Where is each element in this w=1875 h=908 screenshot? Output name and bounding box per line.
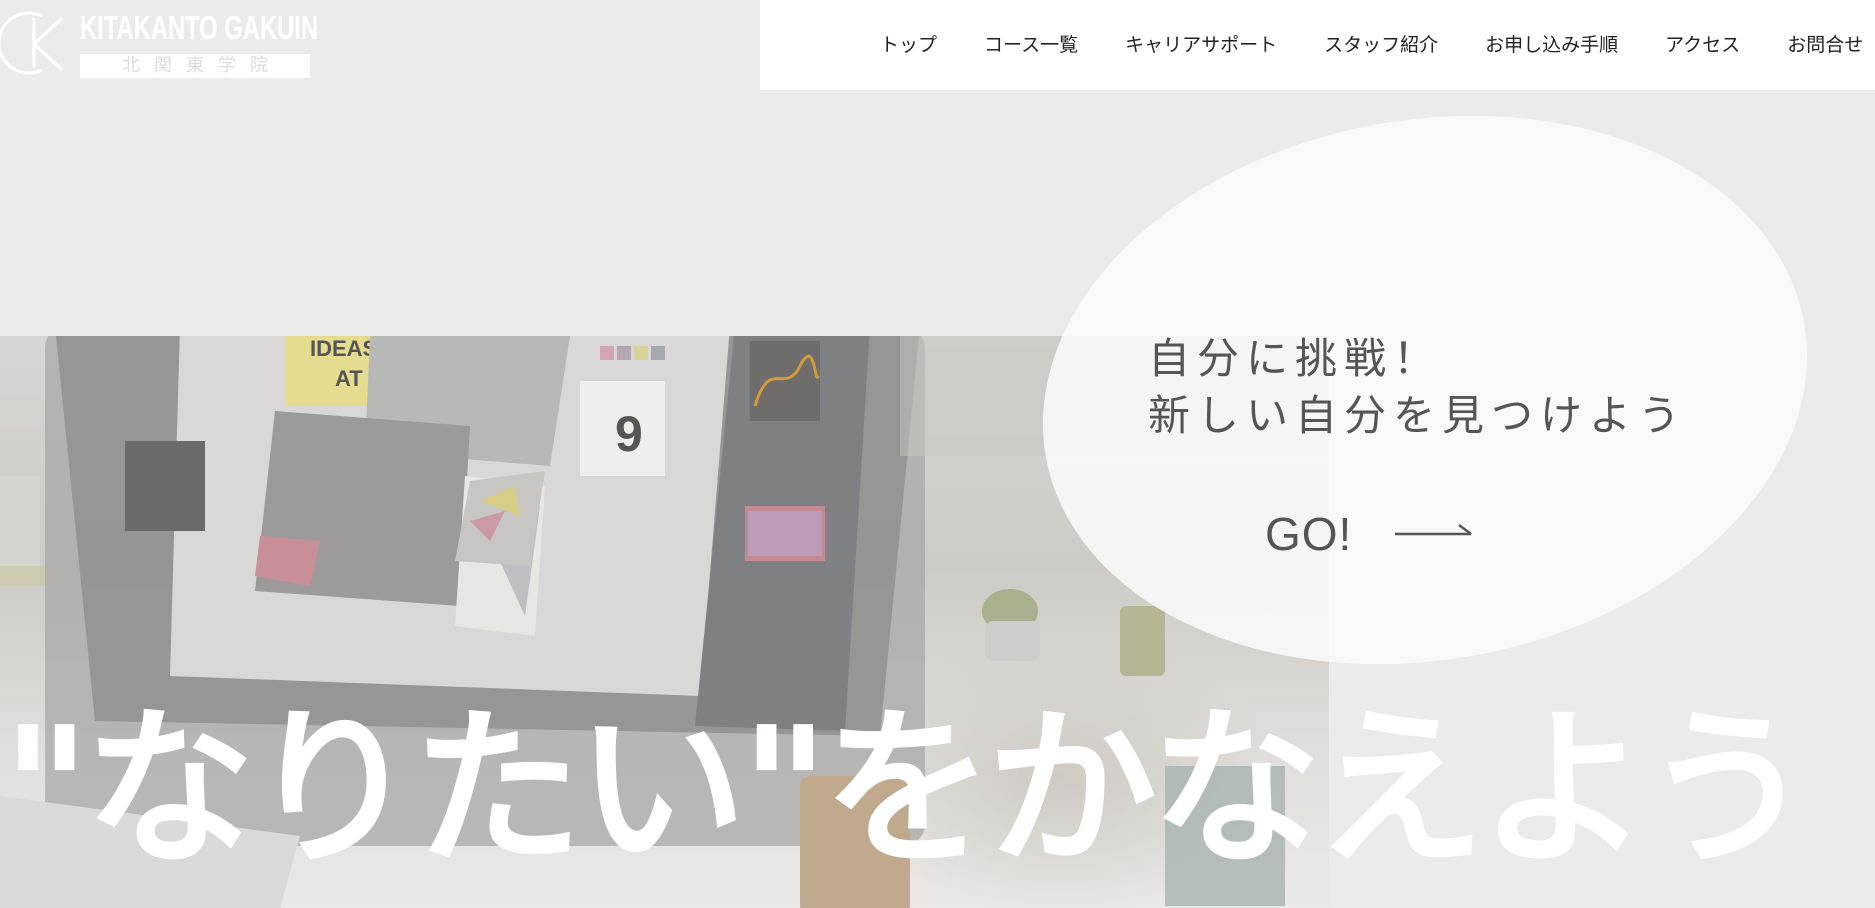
- svg-text:AT: AT: [335, 366, 363, 391]
- site-logo[interactable]: KITAKANTO GAKUIN 北関東学院: [0, 8, 320, 80]
- svg-text:9: 9: [615, 406, 643, 462]
- nav-item-career-support[interactable]: キャリアサポート: [1125, 33, 1277, 57]
- long-right-arrow-icon[interactable]: [1395, 522, 1473, 542]
- nav-item-courses[interactable]: コース一覧: [984, 33, 1078, 57]
- nav-item-access[interactable]: アクセス: [1665, 33, 1740, 57]
- nav-item-top[interactable]: トップ: [880, 33, 937, 57]
- main-nav: トップ コース一覧 キャリアサポート スタッフ紹介 お申し込み手順 アクセス お…: [760, 0, 1875, 90]
- go-button[interactable]: GO!: [1265, 506, 1352, 562]
- nav-item-staff[interactable]: スタッフ紹介: [1324, 33, 1438, 57]
- logo-english-name: KITAKANTO GAKUIN: [80, 9, 319, 46]
- hero-copy-line1: 自分に挑戦！: [1148, 334, 1443, 383]
- kg-logo-mark-icon: [0, 11, 64, 75]
- nav-list: トップ コース一覧 キャリアサポート スタッフ紹介 お申し込み手順 アクセス お…: [880, 33, 1863, 57]
- hero-tagline: "なりたい"をかなえよう: [2, 691, 1813, 889]
- hero-copy: 自分に挑戦！ 新しい自分を見つけよう: [1148, 330, 1687, 444]
- logo-japanese-name: 北関東学院: [80, 54, 310, 78]
- page: IDEAS AT 9 自分に挑戦！ 新しい自分を見つけよう GO! "なりたい"…: [0, 0, 1875, 908]
- svg-text:IDEAS: IDEAS: [310, 336, 377, 361]
- nav-item-application[interactable]: お申し込み手順: [1485, 33, 1618, 57]
- hero-copy-line2: 新しい自分を見つけよう: [1148, 391, 1688, 440]
- nav-item-contact[interactable]: お問合せ: [1787, 33, 1863, 57]
